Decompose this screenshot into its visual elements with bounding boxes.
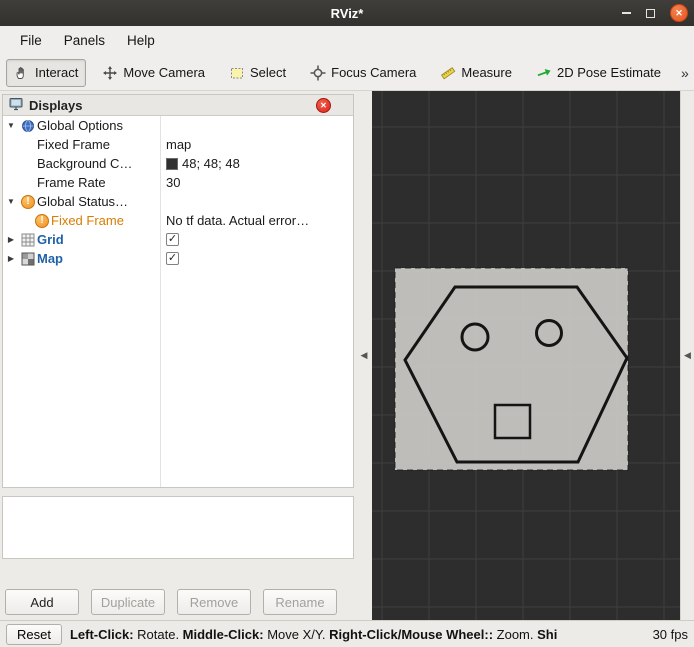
toolbar-overflow-icon[interactable]: » (677, 63, 693, 83)
toolbar: Interact Move Camera Select Focus Camera… (0, 55, 694, 91)
description-panel (2, 496, 354, 559)
tool-label: Move Camera (123, 65, 205, 80)
global-options-icon (19, 119, 37, 133)
warning-icon: ! (19, 194, 37, 209)
expand-right-panel-icon[interactable]: ◀ (684, 350, 691, 361)
collapse-left-icon[interactable]: ◀ (361, 350, 368, 361)
green-arrow-icon (536, 65, 552, 81)
remove-button[interactable]: Remove (177, 589, 251, 615)
panel-splitter[interactable]: ◀ (356, 91, 372, 620)
tool-select[interactable]: Select (221, 59, 294, 87)
check-icon: ✓ (167, 252, 178, 264)
displays-treebox: Displays ✕ ▼ Global Options Fixed Frame … (2, 94, 354, 488)
warning-icon: ! (33, 213, 51, 228)
grid-icon (19, 233, 37, 247)
rviz-window: RViz* ✕ File Panels Help Interact Move C… (0, 0, 694, 647)
menu-help[interactable]: Help (119, 30, 163, 51)
tool-interact[interactable]: Interact (6, 58, 87, 87)
displays-panel-header: Displays ✕ (3, 95, 353, 116)
tool-label: Select (250, 65, 287, 80)
fps-counter: 30 fps (652, 626, 688, 642)
check-icon: ✓ (167, 233, 178, 245)
render-view[interactable] (372, 91, 680, 620)
row-value: No tf data. Actual error… (166, 213, 310, 228)
duplicate-button[interactable]: Duplicate (91, 589, 165, 615)
expand-arrow-icon[interactable]: ▼ (3, 121, 19, 130)
tree-row-global-status[interactable]: ▼ ! Global Status… (3, 192, 353, 211)
row-label: Frame Rate (37, 175, 106, 190)
row-label: Map (37, 251, 63, 266)
rename-button[interactable]: Rename (263, 589, 337, 615)
menu-file[interactable]: File (12, 30, 50, 51)
grid-enabled-checkbox[interactable]: ✓ (166, 233, 179, 246)
tool-measure[interactable]: Measure (432, 59, 520, 87)
row-value[interactable]: map (166, 137, 191, 152)
tool-focus-camera[interactable]: Focus Camera (302, 59, 424, 87)
row-value[interactable]: 48; 48; 48 (182, 156, 240, 171)
tree-row-fixed-frame-status[interactable]: ! Fixed Frame No tf data. Actual error… (3, 211, 353, 230)
tree-row-frame-rate[interactable]: Frame Rate 30 (3, 173, 353, 192)
menu-panels[interactable]: Panels (56, 30, 113, 51)
tree-row-global-options[interactable]: ▼ Global Options (3, 116, 353, 135)
tool-2d-pose-estimate[interactable]: 2D Pose Estimate (528, 59, 669, 87)
row-value[interactable]: 30 (166, 175, 180, 190)
row-label: Background C… (37, 156, 133, 171)
tool-move-camera[interactable]: Move Camera (94, 59, 213, 87)
row-label: Fixed Frame (51, 213, 124, 228)
tree-row-background-color[interactable]: Background C… 48; 48; 48 (3, 154, 353, 173)
row-label: Global Status… (37, 194, 129, 209)
panel-title: Displays (29, 97, 83, 113)
close-icon: ✕ (675, 7, 683, 18)
statusbar: Reset Left-Click: Rotate. Middle-Click: … (0, 620, 694, 647)
color-swatch (166, 157, 178, 170)
titlebar: RViz* ✕ (0, 0, 694, 26)
reset-button[interactable]: Reset (6, 623, 62, 645)
tool-label: Focus Camera (331, 65, 417, 80)
expand-arrow-icon[interactable]: ▼ (3, 197, 19, 206)
occupancy-map (394, 267, 629, 471)
displays-buttons: Add Duplicate Remove Rename (5, 589, 337, 615)
window-controls: ✕ (622, 0, 688, 26)
expand-arrow-icon[interactable]: ▶ (3, 254, 19, 263)
hand-cursor-icon (14, 65, 30, 81)
mouse-help-text: Left-Click: Rotate. Middle-Click: Move X… (69, 626, 558, 642)
panel-close-button[interactable]: ✕ (316, 98, 331, 113)
tree-row-grid[interactable]: ▶ Grid ✓ (3, 230, 353, 249)
expand-arrow-icon[interactable]: ▶ (3, 235, 19, 244)
display-monitor-icon (9, 97, 23, 114)
ruler-icon (440, 65, 456, 81)
displays-panel: Displays ✕ ▼ Global Options Fixed Frame … (0, 91, 356, 620)
column-separator (160, 116, 161, 487)
close-button[interactable]: ✕ (670, 4, 688, 22)
maximize-icon[interactable] (646, 8, 655, 18)
menubar: File Panels Help (0, 26, 694, 55)
window-title: RViz* (330, 5, 364, 21)
row-label: Global Options (37, 118, 123, 133)
tool-label: 2D Pose Estimate (556, 65, 662, 80)
move-arrows-icon (102, 65, 118, 81)
right-panel-strip: ◀ (680, 91, 694, 620)
minimize-icon[interactable] (622, 12, 631, 14)
map-icon (19, 252, 37, 266)
crosshair-icon (310, 65, 326, 81)
render-canvas (372, 91, 680, 620)
tree-row-map[interactable]: ▶ Map ✓ (3, 249, 353, 268)
map-enabled-checkbox[interactable]: ✓ (166, 252, 179, 265)
row-label: Fixed Frame (37, 137, 110, 152)
tool-label: Measure (461, 65, 512, 80)
row-label: Grid (37, 232, 64, 247)
displays-tree: ▼ Global Options Fixed Frame map Backgro… (3, 116, 353, 487)
add-button[interactable]: Add (5, 589, 79, 615)
close-icon: ✕ (320, 101, 327, 110)
main-area: Displays ✕ ▼ Global Options Fixed Frame … (0, 91, 694, 620)
selection-box-icon (229, 65, 245, 81)
tool-label: Interact (35, 65, 79, 80)
tree-row-fixed-frame[interactable]: Fixed Frame map (3, 135, 353, 154)
